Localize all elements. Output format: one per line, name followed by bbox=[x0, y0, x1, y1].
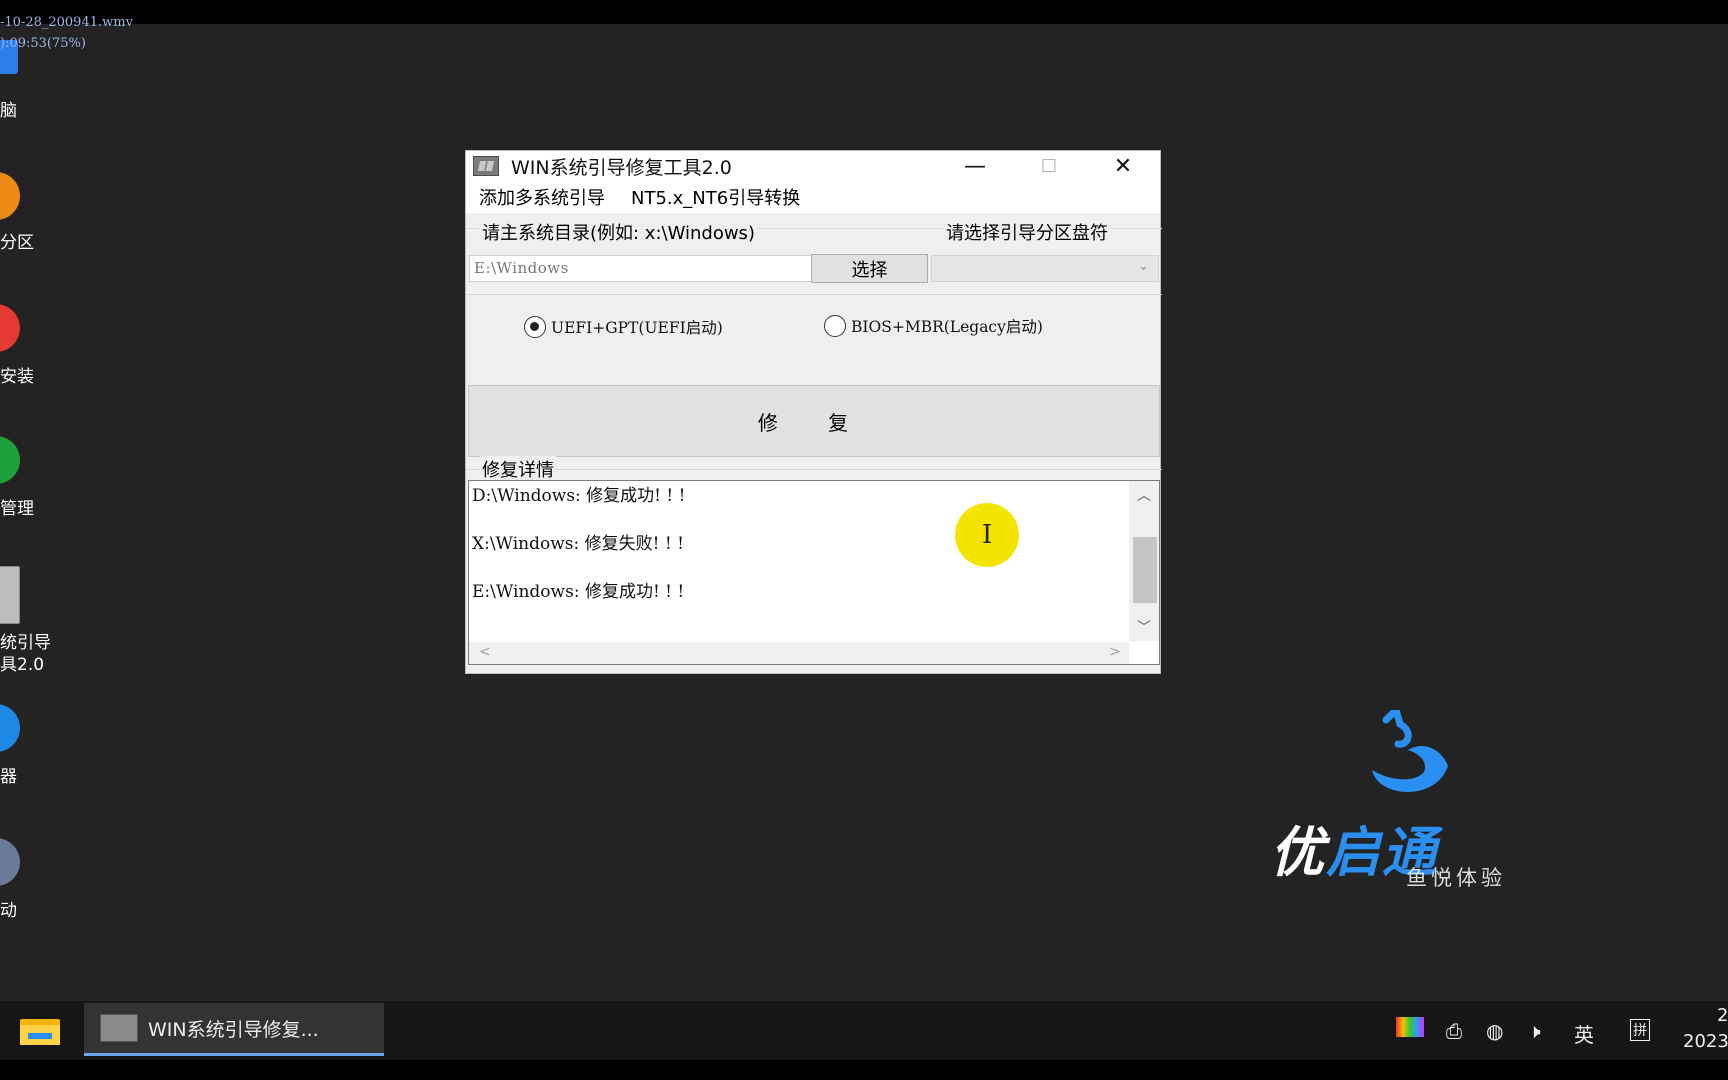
menu-bar: 添加多系统引导 NT5.x_NT6引导转换 bbox=[466, 181, 1160, 213]
video-timecode: ):09:53(75%) bbox=[0, 36, 86, 51]
minimize-button[interactable]: — bbox=[938, 151, 1012, 181]
system-dir-group-label: 请主系统目录(例如: x:\Windows) bbox=[480, 219, 757, 245]
taskbar-app-label: WIN系统引导修复... bbox=[148, 1018, 319, 1041]
boot-repair-window: WIN系统引导修复工具2.0 — ☐ ✕ 添加多系统引导 NT5.x_NT6引导… bbox=[465, 150, 1162, 674]
ime-mode-indicator[interactable]: 拼 bbox=[1630, 1019, 1650, 1041]
scroll-up-icon[interactable]: ︿ bbox=[1129, 485, 1159, 505]
brand-logo: 优启通 鱼悦体验 bbox=[1270, 710, 1540, 900]
maximize-button[interactable]: ☐ bbox=[1012, 151, 1086, 181]
network-globe-icon[interactable]: ◍ bbox=[1486, 1019, 1503, 1043]
ime-language-indicator[interactable]: 英 bbox=[1574, 1019, 1594, 1048]
cursor-highlight: I bbox=[955, 503, 1019, 567]
radio-uefi-label: UEFI+GPT(UEFI启动) bbox=[551, 319, 723, 337]
video-overlay: -10-28_200941.wmv ):09:53(75%) bbox=[0, 12, 133, 54]
volume-icon[interactable]: 🕨 bbox=[1528, 1019, 1541, 1043]
scroll-down-icon[interactable]: ﹀ bbox=[1129, 617, 1159, 637]
desktop-icon-label: 器 bbox=[0, 767, 17, 787]
desktop-icon-label: 动 bbox=[0, 901, 17, 921]
desktop-icon-label: 管理 bbox=[0, 499, 34, 519]
select-dir-button[interactable]: 选择 bbox=[811, 254, 928, 283]
taskbar: WIN系统引导修复... bbox=[0, 1001, 1728, 1060]
file-explorer-icon[interactable] bbox=[18, 1015, 62, 1047]
app-windows-icon bbox=[473, 156, 499, 176]
usb-drive-icon[interactable]: ⎙ bbox=[1446, 1019, 1462, 1043]
brand-tagline: 鱼悦体验 bbox=[1406, 866, 1506, 890]
window-title: WIN系统引导修复工具2.0 bbox=[511, 156, 732, 179]
clock-date: 2023 bbox=[1683, 1031, 1728, 1052]
menu-add-multi-boot[interactable]: 添加多系统引导 bbox=[479, 184, 605, 210]
title-bar[interactable]: WIN系统引导修复工具2.0 — ☐ ✕ bbox=[466, 151, 1160, 181]
desktop-icon-label: 脑 bbox=[0, 101, 17, 121]
repair-button[interactable]: 修 复 bbox=[468, 385, 1160, 457]
desktop-icon-label: 安装 bbox=[0, 367, 34, 387]
repair-log[interactable]: D:\Windows: 修复成功! ! ! X:\Windows: 修复失败! … bbox=[468, 480, 1160, 665]
taskbar-app-boot-repair[interactable]: WIN系统引导修复... bbox=[84, 1003, 384, 1056]
video-filename: -10-28_200941.wmv bbox=[0, 15, 133, 30]
boot-drive-select[interactable]: ⌄ bbox=[931, 255, 1159, 282]
chevron-down-icon: ⌄ bbox=[1138, 259, 1149, 274]
menu-nt-convert[interactable]: NT5.x_NT6引导转换 bbox=[631, 184, 800, 210]
scroll-thumb[interactable] bbox=[1133, 537, 1157, 603]
fish-logo-icon bbox=[1372, 710, 1448, 792]
scroll-left-icon[interactable]: < bbox=[479, 644, 491, 660]
clock-time: 2 bbox=[1717, 1005, 1728, 1026]
radio-uefi-gpt[interactable]: UEFI+GPT(UEFI启动) bbox=[524, 316, 723, 338]
log-line: E:\Windows: 修复成功! ! ! bbox=[472, 582, 685, 602]
taskbar-clock[interactable]: 2 2023 bbox=[1683, 1003, 1728, 1055]
boot-repair-icon bbox=[0, 566, 20, 624]
log-group-border bbox=[466, 469, 1162, 470]
close-button[interactable]: ✕ bbox=[1086, 151, 1160, 181]
separator bbox=[466, 294, 1162, 295]
system-dir-input[interactable]: E:\Windows bbox=[469, 255, 813, 282]
horizontal-scrollbar[interactable]: < > bbox=[469, 642, 1129, 664]
radio-unchecked-icon bbox=[824, 315, 846, 337]
desktop-icon-label-line2: 具2.0 bbox=[0, 655, 45, 675]
desktop-icon-label: 分区 bbox=[0, 233, 34, 253]
radio-bios-label: BIOS+MBR(Legacy启动) bbox=[851, 318, 1043, 336]
display-color-icon[interactable] bbox=[1396, 1017, 1424, 1037]
boot-drive-group-label: 请选择引导分区盘符 bbox=[944, 219, 1110, 245]
desktop-icon-label: 统引导 bbox=[0, 633, 51, 653]
radio-checked-icon bbox=[524, 316, 546, 338]
log-group-label: 修复详情 bbox=[480, 456, 556, 482]
log-line: X:\Windows: 修复失败! ! ! bbox=[472, 534, 684, 554]
text-cursor-icon: I bbox=[982, 520, 993, 550]
vertical-scrollbar[interactable]: ︿ ﹀ bbox=[1129, 481, 1159, 641]
app-windows-icon bbox=[100, 1014, 138, 1042]
scroll-right-icon[interactable]: > bbox=[1109, 644, 1121, 660]
radio-bios-mbr[interactable]: BIOS+MBR(Legacy启动) bbox=[824, 315, 1043, 337]
log-line: D:\Windows: 修复成功! ! ! bbox=[472, 486, 686, 506]
